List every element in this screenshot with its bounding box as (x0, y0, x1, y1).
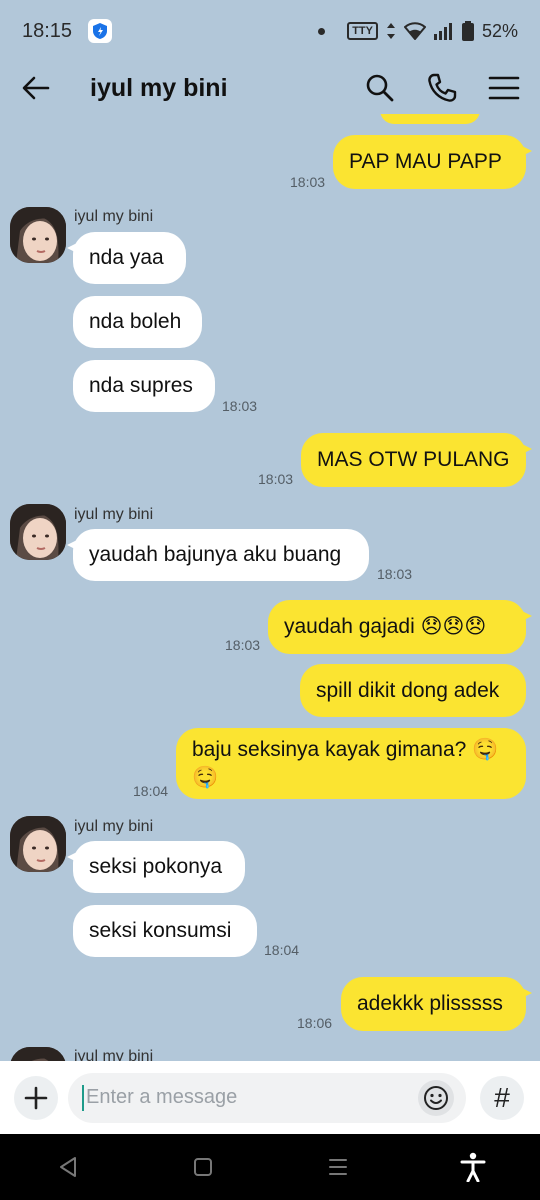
nav-back-button[interactable] (38, 1142, 98, 1192)
data-arrows-icon (386, 23, 395, 39)
message-bubble-received[interactable]: yaudah bajunya aku buang (67, 529, 369, 581)
message-text-line: baju seksinya kayak gimana? 🤤 (192, 737, 499, 761)
message-text: spill dikit dong adek (316, 678, 500, 702)
sender-name: iyul my bini (74, 1048, 154, 1061)
message-time: 18:06 (297, 1015, 333, 1031)
emoji-button[interactable] (418, 1079, 454, 1116)
text-cursor (82, 1084, 84, 1111)
message-bubble-sent[interactable]: MAS OTW PULANG (301, 433, 532, 487)
message-time: 18:03 (222, 398, 258, 414)
status-bar: 18:15 TTY 52% (0, 0, 540, 62)
message-bubble-partial[interactable] (380, 114, 480, 124)
chat-title: iyul my bini (90, 73, 228, 102)
attach-button[interactable] (14, 1075, 58, 1120)
message-text-line: 🤤 (192, 765, 219, 789)
avatar[interactable] (10, 1047, 66, 1061)
accessibility-icon (460, 1152, 485, 1182)
message-bubble-sent[interactable]: yaudah gajadi 😞😞😞 (268, 600, 532, 654)
message-input-wrapper[interactable] (68, 1072, 466, 1123)
menu-icon (488, 76, 520, 100)
search-icon (366, 74, 394, 102)
message-input[interactable] (86, 1086, 406, 1109)
message-bubble-received[interactable]: nda supres (73, 360, 215, 412)
chat-header: iyul my bini (0, 62, 540, 114)
battery-icon (461, 21, 474, 41)
message-text: MAS OTW PULANG (317, 448, 510, 471)
avatar[interactable] (10, 207, 66, 263)
message-bubble-sent[interactable]: PAP MAU PAPP (333, 135, 532, 189)
nav-home-button[interactable] (173, 1142, 233, 1192)
accessibility-button[interactable] (443, 1142, 503, 1192)
phone-icon (428, 73, 457, 102)
notification-dot-icon (318, 27, 326, 35)
menu-button[interactable] (484, 68, 524, 108)
message-time: 18:03 (290, 174, 326, 190)
message-bubble-sent[interactable]: adekkk plisssss (341, 977, 532, 1031)
message-text: yaudah bajunya aku buang (89, 543, 342, 566)
nav-recents-button[interactable] (308, 1142, 368, 1192)
message-text: seksi pokonya (89, 855, 223, 878)
message-bubble-received[interactable]: seksi pokonya (67, 841, 245, 893)
message-time: 18:03 (377, 566, 413, 582)
sender-name: iyul my bini (74, 818, 154, 835)
battery-level: 52% (481, 20, 518, 41)
message-time: 18:04 (264, 942, 300, 958)
message-text: seksi konsumsi (89, 919, 232, 942)
shield-icon (88, 19, 113, 43)
message-bubble-received[interactable]: seksi konsumsi (73, 905, 257, 957)
message-text: nda supres (89, 374, 193, 397)
system-nav-bar (0, 1134, 540, 1200)
nav-home-icon (193, 1158, 212, 1176)
back-arrow-icon (22, 76, 50, 100)
sender-name: iyul my bini (74, 506, 154, 523)
message-bubble-received[interactable]: nda yaa (67, 232, 186, 284)
signal-icon (433, 23, 452, 40)
message-time: 18:03 (225, 637, 261, 653)
sender-name: iyul my bini (74, 208, 154, 225)
message-composer: # (0, 1061, 540, 1134)
message-bubble-sent[interactable]: baju seksinya kayak gimana? 🤤 🤤 (176, 728, 526, 799)
status-time: 18:15 (22, 19, 73, 42)
nav-back-icon (59, 1157, 76, 1177)
call-button[interactable] (422, 68, 462, 108)
hash-button[interactable]: # (480, 1075, 524, 1120)
status-icons: TTY 52% (318, 21, 518, 42)
wifi-icon (403, 22, 426, 40)
chat-messages[interactable]: 18:03 PAP MAU PAPP iyul my bini nda yaa … (0, 114, 540, 1061)
avatar[interactable] (10, 816, 66, 872)
message-text: nda boleh (89, 310, 182, 333)
tty-icon: TTY (347, 22, 378, 40)
message-time: 18:04 (133, 783, 169, 799)
message-bubble-sent[interactable]: spill dikit dong adek (300, 664, 526, 717)
message-text: PAP MAU PAPP (349, 150, 502, 173)
avatar[interactable] (10, 504, 66, 560)
emoji-icon (424, 1085, 448, 1110)
back-button[interactable] (22, 68, 62, 108)
message-text: yaudah gajadi 😞😞😞 (284, 615, 487, 638)
search-button[interactable] (360, 68, 400, 108)
message-text: nda yaa (89, 246, 164, 269)
message-text: adekkk plisssss (357, 992, 503, 1015)
hash-icon: # (494, 1081, 510, 1113)
message-bubble-received[interactable]: nda boleh (73, 296, 202, 348)
message-time: 18:03 (258, 471, 294, 487)
nav-recents-icon (328, 1159, 347, 1175)
plus-icon (24, 1086, 48, 1109)
